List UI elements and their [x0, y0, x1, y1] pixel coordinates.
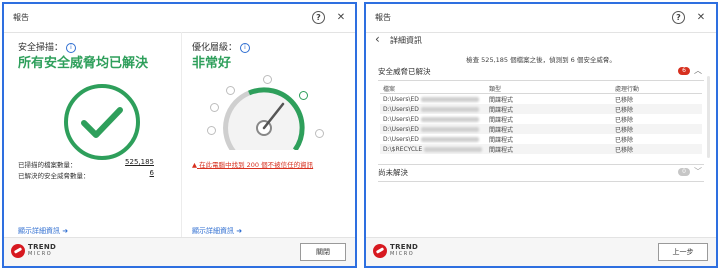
footer-bar: TREND MICRO 關閉	[4, 237, 355, 266]
face-icon	[207, 126, 216, 135]
scan-summary-text: 檢查 525,185 個檔案之後，偵測到 6 個安全威脅。	[466, 56, 616, 64]
type-cell: 間諜程式	[486, 144, 612, 154]
files-scanned-value[interactable]: 525,185	[114, 158, 154, 166]
help-icon[interactable]: ?	[672, 11, 685, 24]
file-cell: D:\Users\ED	[380, 94, 486, 105]
section-label: 安全威脅已解決	[378, 67, 431, 76]
action-cell: 已移除	[615, 116, 634, 124]
face-icon	[263, 75, 272, 84]
action-cell: 已移除	[615, 136, 634, 144]
trend-micro-ball-icon	[373, 244, 387, 258]
threats-resolved-value[interactable]: 6	[114, 169, 154, 177]
report-summary-window: 報告 ? ✕ 安全掃描： i 所有安全威脅均已解決 已掃描的檔案數量： 525,1…	[2, 2, 357, 268]
scrollbar[interactable]	[707, 76, 710, 158]
face-icon	[226, 86, 235, 95]
table-row[interactable]: D:\$RECYCLE 間諜程式 已移除	[380, 144, 702, 154]
untrusted-info-warning[interactable]: ▲ 在此電腦中找到 200 個不被信任的資訊	[192, 159, 313, 169]
action-cell: 已移除	[612, 124, 702, 134]
type-cell: 間諜程式	[489, 116, 514, 124]
file-cell: D:\$RECYCLE	[380, 144, 486, 154]
arrow-right-icon: ➜	[62, 227, 69, 235]
column-header[interactable]: 類型	[486, 83, 612, 94]
unresolved-section[interactable]: 尚未解決 0 ﹀	[378, 164, 704, 182]
table-row[interactable]: D:\Users\ED 間諜程式 已移除	[380, 104, 702, 114]
file-cell: D:\Users\ED	[380, 104, 486, 114]
close-icon[interactable]: ✕	[694, 11, 708, 25]
action-cell: 已移除	[612, 104, 702, 114]
type-cell: 間諜程式	[486, 124, 612, 134]
info-icon[interactable]: i	[240, 43, 251, 53]
show-details-link-right[interactable]: 顯示詳細資訊 ➜	[192, 226, 242, 236]
details-header: 詳細資訊	[390, 36, 422, 45]
column-header[interactable]: 處理行動	[612, 83, 702, 94]
section-label: 尚未解決	[378, 168, 408, 177]
footer-bar: TREND MICRO 上一步	[366, 237, 716, 266]
table-row[interactable]: D:\Users\ED 間諜程式 已移除	[380, 124, 702, 134]
back-arrow-icon[interactable]: ‹	[375, 32, 380, 46]
window-title: 報告	[13, 13, 29, 22]
report-details-window: 報告 ? ✕ ‹ 詳細資訊 檢查 525,185 個檔案之後，偵測到 6 個安全…	[364, 2, 718, 268]
close-icon[interactable]: ✕	[334, 11, 348, 25]
file-cell: D:\Users\ED	[380, 134, 486, 144]
check-circle-icon	[64, 84, 140, 160]
scan-status: 所有安全威脅均已解決	[18, 56, 149, 71]
face-icon	[315, 129, 324, 138]
table-header-row: 檔案 類型 處理行動	[380, 83, 702, 94]
optimization-status: 非常好	[192, 56, 232, 71]
previous-button[interactable]: 上一步	[658, 243, 708, 261]
type-cell: 間諜程式	[486, 104, 612, 114]
action-cell: 已移除	[615, 96, 634, 104]
resolved-count-badge: 6	[678, 67, 690, 75]
chevron-up-icon[interactable]: ︿	[694, 65, 702, 76]
threats-table: 檔案 類型 處理行動 D:\Users\ED 間諜程式 已移除 D:\Users…	[380, 83, 702, 154]
arrow-right-icon: ➜	[236, 227, 243, 235]
pane-divider	[181, 32, 182, 238]
help-icon[interactable]: ?	[312, 11, 325, 24]
title-bar: 報告 ? ✕	[366, 4, 716, 33]
trend-micro-ball-icon	[11, 244, 25, 258]
type-cell: 間諜程式	[489, 136, 514, 144]
chevron-down-icon[interactable]: ﹀	[694, 166, 702, 177]
file-cell: D:\Users\ED	[380, 114, 486, 124]
smiley-face-icon	[299, 91, 308, 100]
close-button[interactable]: 關閉	[300, 243, 346, 261]
unresolved-count-badge: 0	[678, 168, 690, 176]
title-bar: 報告 ? ✕	[4, 4, 355, 33]
table-row[interactable]: D:\Users\ED 間諜程式 已移除	[380, 94, 702, 105]
type-cell: 間諜程式	[489, 96, 514, 104]
action-cell: 已移除	[612, 144, 702, 154]
threats-resolved-label: 已解決的安全威脅數量：	[18, 172, 90, 180]
table-row[interactable]: D:\Users\ED 間諜程式 已移除	[380, 114, 702, 124]
threats-resolved-section[interactable]: 安全威脅已解決 6 ︿	[378, 66, 704, 81]
column-header[interactable]: 檔案	[380, 83, 486, 94]
warning-triangle-icon: ▲	[192, 161, 197, 169]
file-cell: D:\Users\ED	[380, 124, 486, 134]
files-scanned-label: 已掃描的檔案數量：	[18, 161, 77, 169]
show-details-link-left[interactable]: 顯示詳細資訊 ➜	[18, 226, 68, 236]
table-row[interactable]: D:\Users\ED 間諜程式 已移除	[380, 134, 702, 144]
face-icon	[210, 103, 219, 112]
window-title: 報告	[375, 13, 391, 22]
